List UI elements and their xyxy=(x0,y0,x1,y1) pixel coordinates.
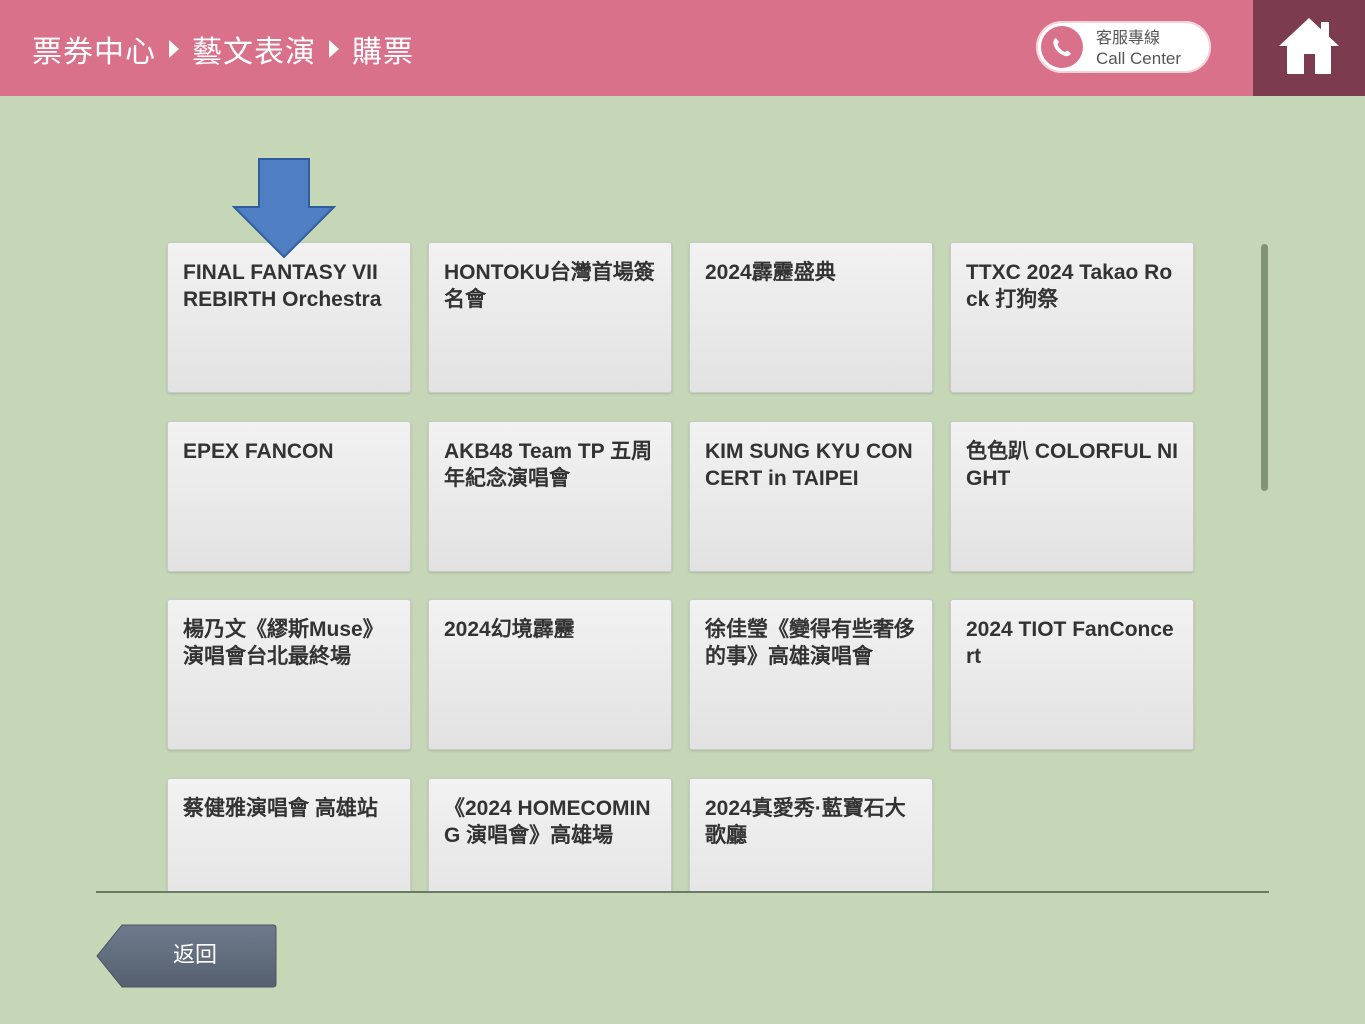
breadcrumb-arts-performance[interactable]: 藝文表演 xyxy=(192,27,316,71)
home-icon xyxy=(1279,18,1339,74)
call-center-button[interactable]: 客服專線 Call Center xyxy=(1036,21,1211,73)
back-button[interactable]: 返回 xyxy=(96,924,277,988)
event-card[interactable]: TTXC 2024 Takao Rock 打狗祭 xyxy=(950,242,1194,393)
event-card[interactable]: 蔡健雅演唱會 高雄站 xyxy=(167,778,411,892)
event-card[interactable]: FINAL FANTASY VII REBIRTH Orchestra xyxy=(167,242,411,393)
event-card[interactable]: 2024霹靂盛典 xyxy=(689,242,933,393)
scrollbar[interactable] xyxy=(1261,244,1268,491)
event-card[interactable]: 2024幻境霹靂 xyxy=(428,599,672,750)
event-card[interactable]: 徐佳瑩《變得有些奢侈的事》高雄演唱會 xyxy=(689,599,933,750)
phone-icon xyxy=(1041,26,1083,68)
event-card[interactable]: EPEX FANCON xyxy=(167,421,411,572)
event-card[interactable]: AKB48 Team TP 五周年紀念演唱會 xyxy=(428,421,672,572)
divider xyxy=(96,891,1269,893)
breadcrumb-separator-icon xyxy=(329,40,339,58)
back-button-label: 返回 xyxy=(172,943,217,968)
event-card[interactable]: 2024 TIOT FanConcert xyxy=(950,599,1194,750)
header-bar: 票券中心 藝文表演 購票 客服專線 Call Center xyxy=(0,0,1365,96)
event-card[interactable]: KIM SUNG KYU CONCERT in TAIPEI xyxy=(689,421,933,572)
event-card[interactable]: 色色趴 COLORFUL NIGHT xyxy=(950,421,1194,572)
breadcrumb: 票券中心 藝文表演 購票 xyxy=(32,26,414,72)
event-card[interactable]: HONTOKU台灣首場簽名會 xyxy=(428,242,672,393)
down-arrow-icon xyxy=(232,158,336,259)
event-card[interactable]: 2024真愛秀·藍寶石大歌廳 xyxy=(689,778,933,892)
breadcrumb-buy-ticket: 購票 xyxy=(352,35,414,70)
event-card[interactable]: 《2024 HOMECOMING 演唱會》高雄場 xyxy=(428,778,672,892)
event-card[interactable]: 楊乃文《繆斯Muse》演唱會台北最終場 xyxy=(167,599,411,750)
breadcrumb-ticket-center[interactable]: 票券中心 xyxy=(32,27,156,71)
call-center-label-zh: 客服專線 xyxy=(1096,28,1161,47)
call-center-label-en: Call Center xyxy=(1096,49,1182,68)
breadcrumb-separator-icon xyxy=(169,40,179,58)
home-button[interactable] xyxy=(1253,0,1365,96)
event-grid: FINAL FANTASY VII REBIRTH Orchestra HONT… xyxy=(0,96,1365,892)
